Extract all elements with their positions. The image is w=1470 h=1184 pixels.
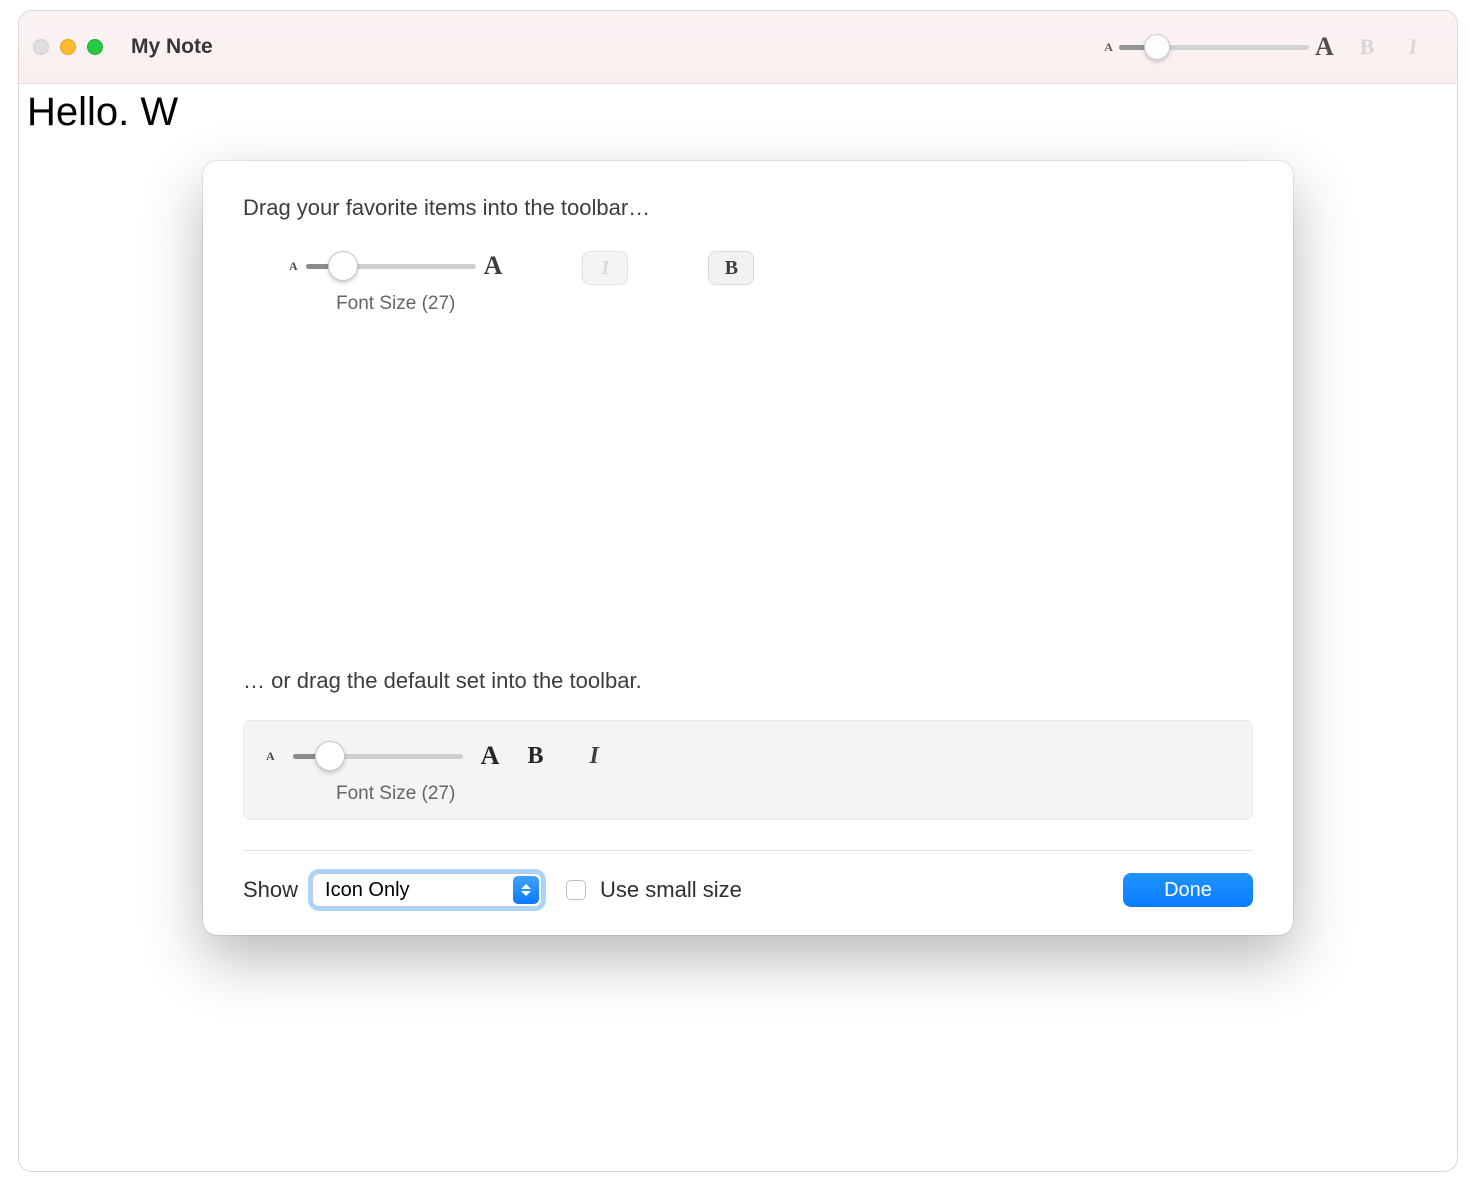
toolbar: A A B I xyxy=(1104,32,1443,62)
titlebar: My Note A A B I xyxy=(19,11,1457,84)
palette-item-label: Font Size (27) xyxy=(336,293,455,315)
default-toolbar-set[interactable]: A A B I Font Size (27) xyxy=(243,720,1253,820)
slider-thumb[interactable] xyxy=(1144,34,1170,60)
palette-italic-item[interactable]: I xyxy=(582,251,628,285)
italic-icon: I xyxy=(582,251,628,285)
divider xyxy=(243,850,1253,851)
slider-thumb xyxy=(315,741,345,771)
sheet-backdrop: Drag your favorite items into the toolba… xyxy=(19,85,1457,1171)
italic-toolbar-item[interactable]: I xyxy=(1400,34,1425,60)
use-small-size-checkbox[interactable] xyxy=(566,880,586,900)
select-caret-icon xyxy=(513,876,539,904)
done-button[interactable]: Done xyxy=(1123,873,1253,907)
customize-footer: Show Icon Only Use small size Done xyxy=(243,873,1253,907)
window-minimize-button[interactable] xyxy=(60,39,76,55)
font-size-slider[interactable]: A A xyxy=(1104,32,1333,62)
big-a-icon: A xyxy=(481,741,500,771)
bold-icon: B xyxy=(708,251,754,285)
palette-bold-item[interactable]: B xyxy=(708,251,754,285)
default-set-heading: … or drag the default set into the toolb… xyxy=(243,668,1253,694)
small-a-icon: A xyxy=(266,749,275,764)
slider-track[interactable] xyxy=(306,264,476,269)
italic-icon: I xyxy=(589,743,598,770)
traffic-lights xyxy=(33,39,103,55)
palette-font-size-item[interactable]: A A Font Size (27) xyxy=(289,251,502,315)
palette-row: A A Font Size (27) I B xyxy=(243,251,1253,315)
app-window: My Note A A B I Hello. W Drag your favor… xyxy=(18,10,1458,1172)
window-zoom-button[interactable] xyxy=(87,39,103,55)
select-value: Icon Only xyxy=(325,879,409,902)
slider-track xyxy=(293,754,463,759)
small-a-icon: A xyxy=(1104,40,1113,55)
bold-toolbar-item[interactable]: B xyxy=(1352,34,1383,60)
customize-toolbar-sheet: Drag your favorite items into the toolba… xyxy=(203,161,1293,935)
big-a-icon: A xyxy=(484,251,503,281)
window-close-button[interactable] xyxy=(33,39,49,55)
big-a-icon: A xyxy=(1315,32,1334,62)
use-small-size-label: Use small size xyxy=(600,877,742,903)
show-label: Show xyxy=(243,877,298,903)
slider-thumb[interactable] xyxy=(328,251,358,281)
bold-icon: B xyxy=(527,743,543,770)
small-a-icon: A xyxy=(289,259,298,274)
default-set-font-size-label: Font Size (27) xyxy=(266,783,1230,805)
window-title: My Note xyxy=(131,35,213,59)
customize-heading: Drag your favorite items into the toolba… xyxy=(243,195,1253,221)
show-mode-select[interactable]: Icon Only xyxy=(312,873,542,907)
slider-track[interactable] xyxy=(1119,45,1309,50)
